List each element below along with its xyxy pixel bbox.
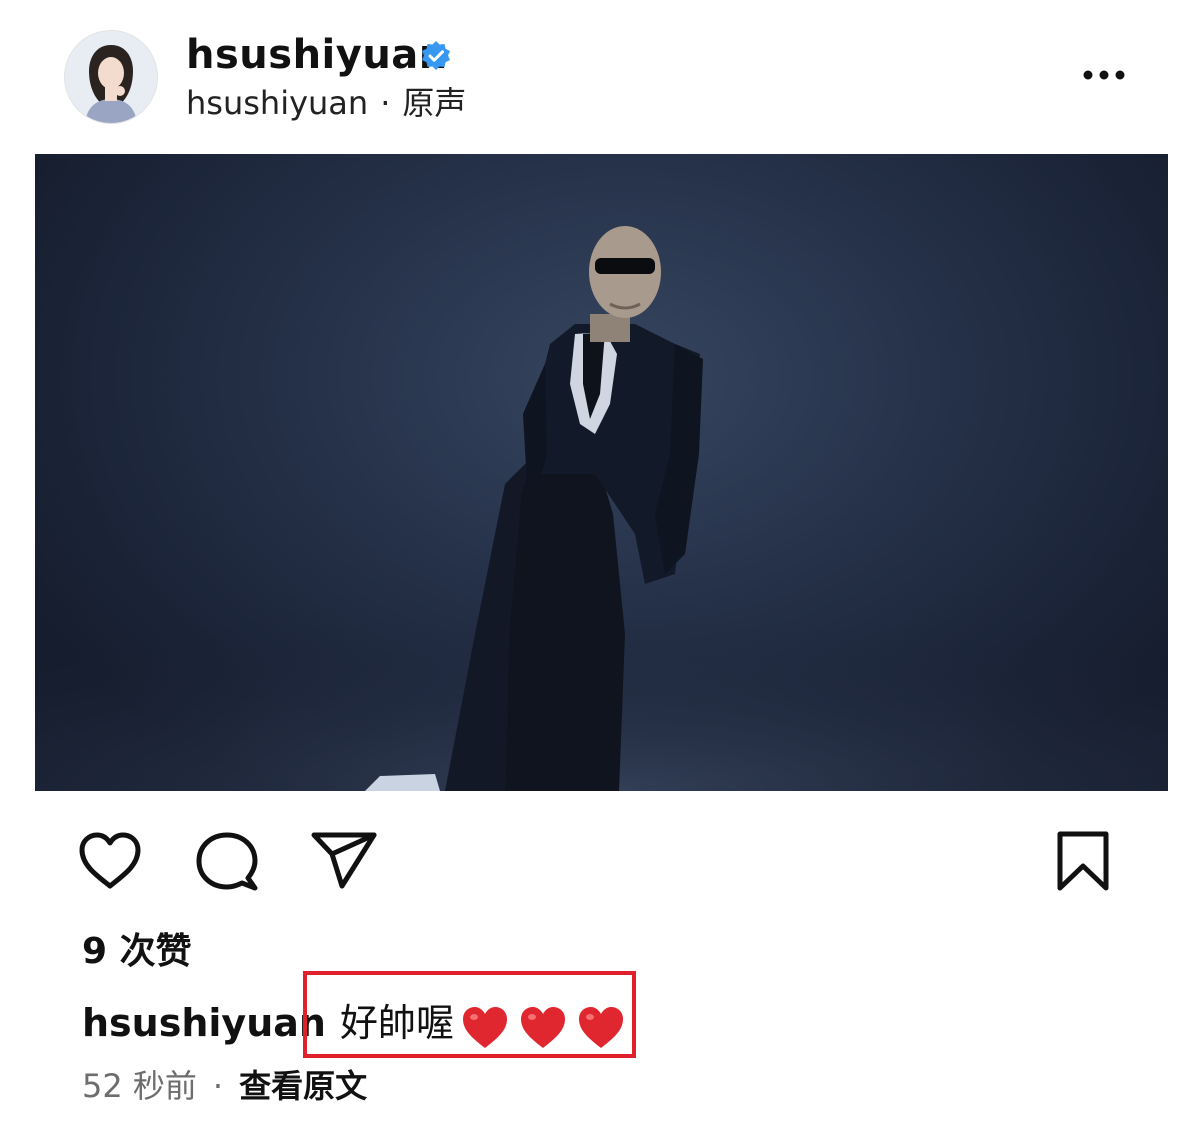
more-options-icon[interactable] bbox=[1078, 60, 1134, 90]
separator-dot: · bbox=[380, 84, 391, 122]
post-username[interactable]: hsushiyuan bbox=[186, 32, 448, 78]
post-subline: hsushiyuan · 原声 bbox=[186, 83, 466, 123]
audio-label[interactable]: 原声 bbox=[402, 84, 466, 122]
caption-username[interactable]: hsushiyuan bbox=[82, 1001, 326, 1045]
caption-highlight-box bbox=[303, 971, 636, 1058]
post-actions-bar bbox=[0, 820, 1200, 910]
post-timestamp: 52 秒前 bbox=[82, 1067, 197, 1105]
profile-avatar[interactable] bbox=[64, 30, 158, 124]
paper-plane-icon[interactable] bbox=[310, 830, 378, 892]
comment-bubble-icon[interactable] bbox=[194, 830, 260, 894]
man-in-suit-photo bbox=[35, 226, 1168, 791]
avatar-image bbox=[65, 31, 157, 123]
heart-outline-icon[interactable] bbox=[76, 830, 144, 892]
view-original-link[interactable]: 查看原文 bbox=[239, 1067, 367, 1105]
post-meta: 52 秒前 · 查看原文 bbox=[82, 1064, 367, 1108]
meta-separator: · bbox=[212, 1067, 224, 1105]
sub-username[interactable]: hsushiyuan bbox=[186, 84, 368, 122]
post-photo[interactable] bbox=[35, 154, 1168, 791]
likes-count[interactable]: 9 次赞 bbox=[82, 930, 192, 974]
verified-badge-icon bbox=[422, 41, 450, 70]
post-header: hsushiyuan hsushiyuan · 原声 bbox=[0, 0, 1200, 150]
bookmark-icon[interactable] bbox=[1054, 830, 1112, 894]
